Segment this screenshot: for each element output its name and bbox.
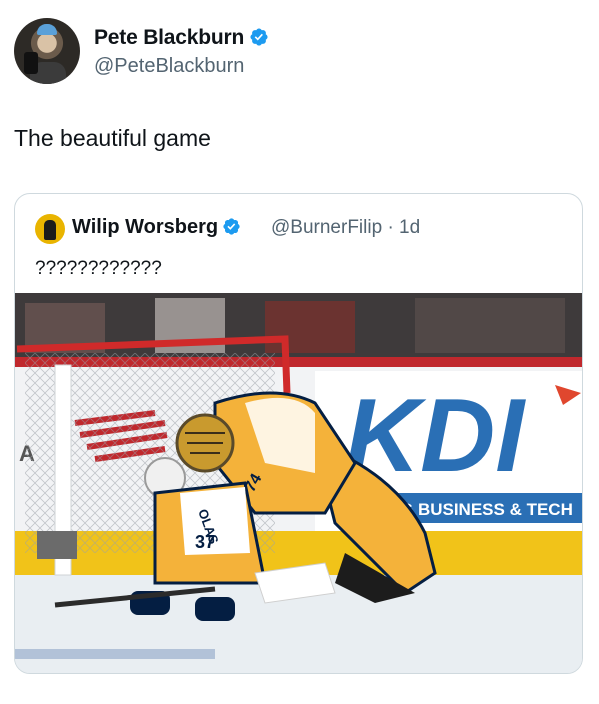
skater-glove-right [195,597,235,621]
verified-badge-icon [250,28,268,46]
quoted-verified-badge-icon [223,218,240,235]
tweet-text: The beautiful game [14,125,211,151]
avatar-cap [37,24,57,35]
avatar-microphone [24,52,38,74]
quoted-tweet-text: ???????????? [35,258,162,279]
quoted-display-name[interactable]: Wilip Worsberg [72,216,218,238]
author-avatar[interactable] [14,18,80,84]
quoted-avatar-figure [44,220,56,240]
quoted-meta: @BurnerFilip · 1d [271,217,420,239]
author-display-name[interactable]: Pete Blackburn [94,26,244,49]
author-name-row[interactable]: Pete Blackburn [94,26,269,50]
skater-number: 37 [195,532,215,552]
quoted-author-avatar[interactable] [35,214,65,244]
meta-separator: · [387,217,394,238]
author-handle[interactable]: @PeteBlackburn [94,55,244,78]
quoted-handle[interactable]: @BurnerFilip [271,217,382,238]
quoted-tweet-card[interactable]: Wilip Worsberg @BurnerFilip · 1d ???????… [14,193,583,674]
quoted-timestamp[interactable]: 1d [399,217,420,238]
quoted-name-row[interactable]: Wilip Worsberg [72,216,241,239]
hockey-scene: KDI ING BUSINESS & TECH A [15,293,582,673]
quoted-media-image[interactable]: KDI ING BUSINESS & TECH A [15,293,582,673]
goal-camera [37,531,77,559]
